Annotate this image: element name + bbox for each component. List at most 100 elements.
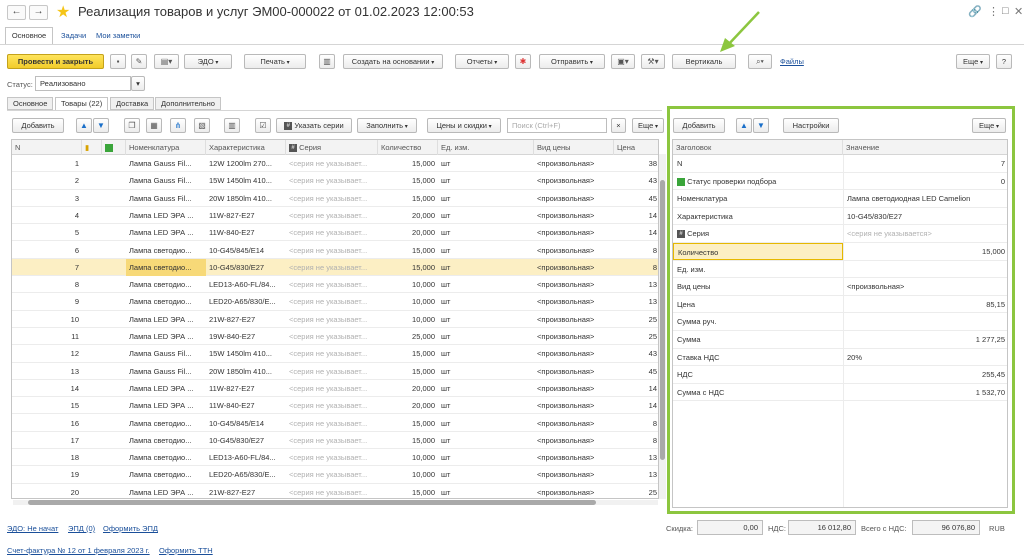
save-icon[interactable]: ▪ <box>110 54 126 69</box>
cell-series[interactable]: <серия не указывает... <box>286 293 378 310</box>
more-button[interactable]: Еще <box>956 54 990 69</box>
table-row[interactable]: 14 Лампа LED ЭРА ... 11W-827-E27 <серия не … <box>12 380 658 398</box>
cell-price[interactable]: 8 <box>614 432 658 449</box>
property-row[interactable]: Характеристика 10-G45/830/E27 <box>673 208 1007 226</box>
cell-n[interactable]: 9 <box>12 293 82 310</box>
cell-qty[interactable]: 10,000 <box>378 466 438 483</box>
table-row[interactable]: 3 Лампа Gauss Fil... 20W 1850lm 410... <сер… <box>12 190 658 207</box>
specify-series-button[interactable]: # Указать серии <box>276 118 352 133</box>
epd-link[interactable]: ЭПД (0) <box>68 524 95 533</box>
cell-series[interactable]: <серия не указывает... <box>286 207 378 224</box>
cell-pt[interactable]: <произвольная> <box>534 432 614 449</box>
barcode-icon[interactable]: ▥ <box>224 118 240 133</box>
col-series[interactable]: # Серия <box>286 140 378 155</box>
cell-nom[interactable]: Лампа светодио... <box>126 466 206 483</box>
cell-series[interactable]: <серия не указывает... <box>286 172 378 189</box>
cell-n[interactable]: 1 <box>12 155 82 172</box>
property-value[interactable]: 255,45 <box>843 366 1007 383</box>
cell-n[interactable]: 18 <box>12 449 82 466</box>
cell-unit[interactable]: шт <box>438 207 534 224</box>
cell-qty[interactable]: 25,000 <box>378 328 438 345</box>
status-dropdown-button[interactable]: ▾ <box>131 76 145 91</box>
cell-qty[interactable]: 15,000 <box>378 155 438 172</box>
cell-series[interactable]: <серия не указывает... <box>286 276 378 293</box>
cell-pt[interactable]: <произвольная> <box>534 293 614 310</box>
search-clear-button[interactable]: × <box>611 118 626 133</box>
table-row[interactable]: 13 Лампа Gauss Fil... 20W 1850lm 410... <се… <box>12 363 658 380</box>
cell-char[interactable]: 12W 1200lm 270... <box>206 155 286 172</box>
goods-add-button[interactable]: Добавить <box>12 118 64 133</box>
cell-char[interactable]: LED13-A60-FL/84... <box>206 276 286 293</box>
cell-qty[interactable]: 20,000 <box>378 380 438 397</box>
cell-pt[interactable]: <произвольная> <box>534 190 614 207</box>
cell-char[interactable]: 21W-827-E27 <box>206 311 286 328</box>
property-row[interactable]: Ед. изм. <box>673 261 1007 279</box>
structure-icon[interactable]: ▤▾ <box>154 54 179 69</box>
cell-series[interactable]: <серия не указывает... <box>286 432 378 449</box>
cell-pt[interactable]: <произвольная> <box>534 397 614 414</box>
post-icon[interactable]: ✎ <box>131 54 147 69</box>
panel-settings-button[interactable]: Настройки <box>783 118 839 133</box>
cell-price[interactable]: 13 <box>614 466 658 483</box>
table-row[interactable]: 2 Лампа Gauss Fil... 15W 1450lm 410... <сер… <box>12 172 658 190</box>
cell-nom[interactable]: Лампа Gauss Fil... <box>126 155 206 172</box>
cell-nom[interactable]: Лампа светодио... <box>126 242 206 259</box>
fill-button[interactable]: Заполнить <box>357 118 417 133</box>
cell-unit[interactable]: шт <box>438 172 534 189</box>
cell-nom[interactable]: Лампа LED ЭРА ... <box>126 328 206 345</box>
cell-n[interactable]: 11 <box>12 328 82 345</box>
property-value[interactable]: 1 532,70 <box>843 384 1007 401</box>
tab-basic[interactable]: Основное <box>7 97 54 110</box>
cell-qty[interactable]: 20,000 <box>378 224 438 241</box>
cell-price[interactable]: 43 <box>614 172 658 189</box>
cell-unit[interactable]: шт <box>438 190 534 207</box>
cell-pt[interactable]: <произвольная> <box>534 242 614 259</box>
panel-more-button[interactable]: Еще <box>972 118 1006 133</box>
col-heading[interactable]: Заголовок <box>673 140 843 155</box>
edo-status-link[interactable]: ЭДО: Не начат <box>7 524 58 533</box>
favorite-star-icon[interactable]: ★ <box>56 2 70 22</box>
cell-unit[interactable]: шт <box>438 380 534 397</box>
cell-char[interactable]: 19W-840-E27 <box>206 328 286 345</box>
cell-price[interactable]: 14 <box>614 397 658 414</box>
cell-pt[interactable]: <произвольная> <box>534 224 614 241</box>
cell-price[interactable]: 45 <box>614 190 658 207</box>
cell-n[interactable]: 16 <box>12 415 82 432</box>
maximize-icon[interactable]: □ <box>1002 5 1009 17</box>
cell-char[interactable]: 15W 1450lm 410... <box>206 345 286 362</box>
tab-goods[interactable]: Товары (22) <box>55 97 109 111</box>
panel-move-down-icon[interactable]: ▼ <box>753 118 769 133</box>
cell-series[interactable]: <серия не указывает... <box>286 345 378 362</box>
property-row[interactable]: Ставка НДС 20% <box>673 349 1007 367</box>
goods-horizontal-scroll-thumb[interactable] <box>28 500 596 505</box>
table-row[interactable]: 18 Лампа светодио... LED13-A60-FL/84... <се… <box>12 449 658 467</box>
cell-char[interactable]: 11W-840-E27 <box>206 397 286 414</box>
cell-pt[interactable]: <произвольная> <box>534 207 614 224</box>
cell-nom[interactable]: Лампа светодио... <box>126 415 206 432</box>
cell-qty[interactable]: 20,000 <box>378 207 438 224</box>
cell-price[interactable]: 43 <box>614 345 658 362</box>
cell-series[interactable]: <серия не указывает... <box>286 259 378 276</box>
cell-price[interactable]: 13 <box>614 449 658 466</box>
cell-unit[interactable]: шт <box>438 449 534 466</box>
property-value[interactable]: <серия не указывается> <box>843 225 1007 242</box>
cell-unit[interactable]: шт <box>438 432 534 449</box>
panel-add-button[interactable]: Добавить <box>673 118 725 133</box>
cell-char[interactable]: 11W-827-E27 <box>206 380 286 397</box>
cell-price[interactable]: 45 <box>614 363 658 380</box>
cell-char[interactable]: 21W-827-E27 <box>206 484 286 498</box>
tab-additional[interactable]: Дополнительно <box>155 97 221 110</box>
cell-unit[interactable]: шт <box>438 484 534 498</box>
col-status-icon[interactable] <box>102 140 126 155</box>
cell-nom[interactable]: Лампа LED ЭРА ... <box>126 380 206 397</box>
cell-series[interactable]: <серия не указывает... <box>286 190 378 207</box>
table-row[interactable]: 6 Лампа светодио... 10-G45/845/E14 <серия н… <box>12 242 658 259</box>
cell-char[interactable]: 20W 1850lm 410... <box>206 363 286 380</box>
col-price[interactable]: Цена <box>614 140 658 155</box>
property-row[interactable]: N7 <box>673 155 1007 173</box>
property-row[interactable]: НДС 255,45 <box>673 366 1007 384</box>
cell-unit[interactable]: шт <box>438 242 534 259</box>
property-value[interactable]: 15,000 <box>843 243 1007 260</box>
paste-icon[interactable]: ▦ <box>146 118 162 133</box>
cell-char[interactable]: LED20-A65/830/E... <box>206 293 286 310</box>
